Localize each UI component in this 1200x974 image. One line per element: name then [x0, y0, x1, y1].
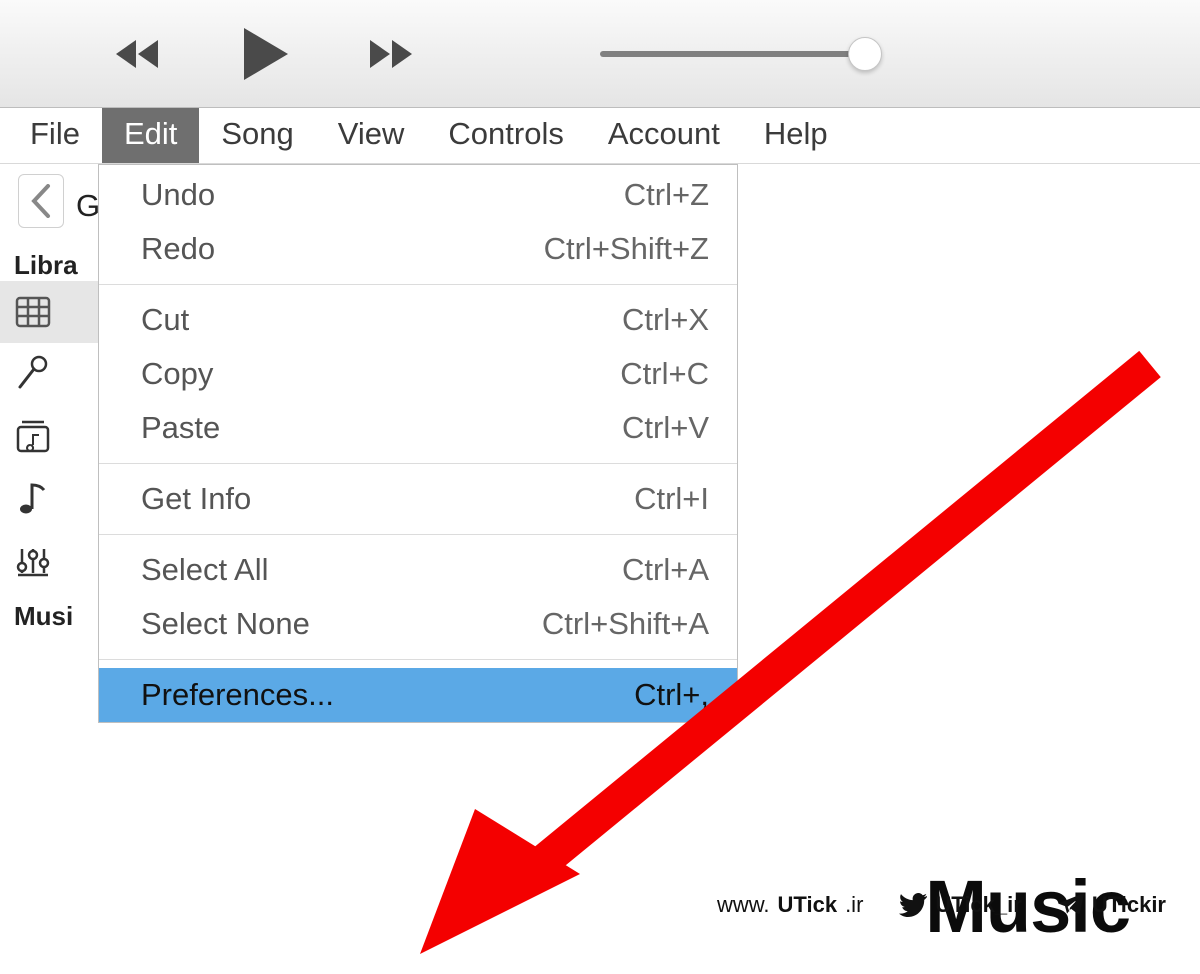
menu-account[interactable]: Account: [586, 108, 742, 163]
menu-item-copy[interactable]: CopyCtrl+C: [99, 347, 737, 401]
sidebar-heading-library: Libra: [0, 250, 100, 281]
watermark-telegram: UTickir: [1058, 892, 1166, 918]
player-toolbar: [0, 0, 1200, 108]
menu-item-preferences[interactable]: Preferences...Ctrl+,: [99, 668, 737, 722]
back-button[interactable]: [18, 174, 64, 228]
menu-item-undo[interactable]: UndoCtrl+Z: [99, 165, 737, 222]
box-music-icon: [14, 417, 52, 455]
previous-button[interactable]: [110, 34, 172, 74]
menu-item-cut[interactable]: CutCtrl+X: [99, 293, 737, 347]
playback-controls: [110, 22, 418, 86]
menu-item-select-none[interactable]: Select NoneCtrl+Shift+A: [99, 597, 737, 651]
sliders-icon: [14, 541, 52, 579]
play-button[interactable]: [232, 22, 296, 86]
menu-separator: [99, 284, 737, 285]
watermark-site: www.UTick.ir: [717, 892, 863, 918]
sidebar-item-albums[interactable]: [0, 405, 100, 467]
menu-view[interactable]: View: [316, 108, 427, 163]
menu-item-redo[interactable]: RedoCtrl+Shift+Z: [99, 222, 737, 276]
watermark-bar: www.UTick.ir UTick_ir UTickir: [0, 892, 1200, 918]
menu-separator: [99, 659, 737, 660]
menu-song[interactable]: Song: [199, 108, 315, 163]
menu-controls[interactable]: Controls: [426, 108, 585, 163]
edit-dropdown-menu: UndoCtrl+Z RedoCtrl+Shift+Z CutCtrl+X Co…: [98, 164, 738, 723]
sidebar-heading-playlists: Musi: [0, 591, 100, 632]
note-icon: [14, 479, 52, 517]
sidebar-item-artists[interactable]: [0, 343, 100, 405]
menu-edit[interactable]: Edit: [102, 108, 199, 163]
volume-slider[interactable]: [600, 51, 870, 57]
menu-item-paste[interactable]: PasteCtrl+V: [99, 401, 737, 455]
watermark-twitter: UTick_ir: [899, 892, 1021, 918]
menu-help[interactable]: Help: [742, 108, 850, 163]
grid-icon: [14, 293, 52, 331]
menu-item-select-all[interactable]: Select AllCtrl+A: [99, 543, 737, 597]
sidebar: Libra Musi: [0, 250, 100, 632]
menu-file[interactable]: File: [8, 108, 102, 163]
volume-thumb[interactable]: [848, 37, 882, 71]
mic-icon: [14, 355, 52, 393]
telegram-icon: [1058, 893, 1084, 917]
next-button[interactable]: [356, 34, 418, 74]
sidebar-item-songs[interactable]: [0, 467, 100, 529]
twitter-icon: [899, 893, 927, 917]
menu-bar: File Edit Song View Controls Account Hel…: [0, 108, 1200, 164]
menu-item-get-info[interactable]: Get InfoCtrl+I: [99, 472, 737, 526]
menu-separator: [99, 534, 737, 535]
sidebar-item-grid[interactable]: [0, 281, 100, 343]
menu-separator: [99, 463, 737, 464]
sidebar-item-genres[interactable]: [0, 529, 100, 591]
